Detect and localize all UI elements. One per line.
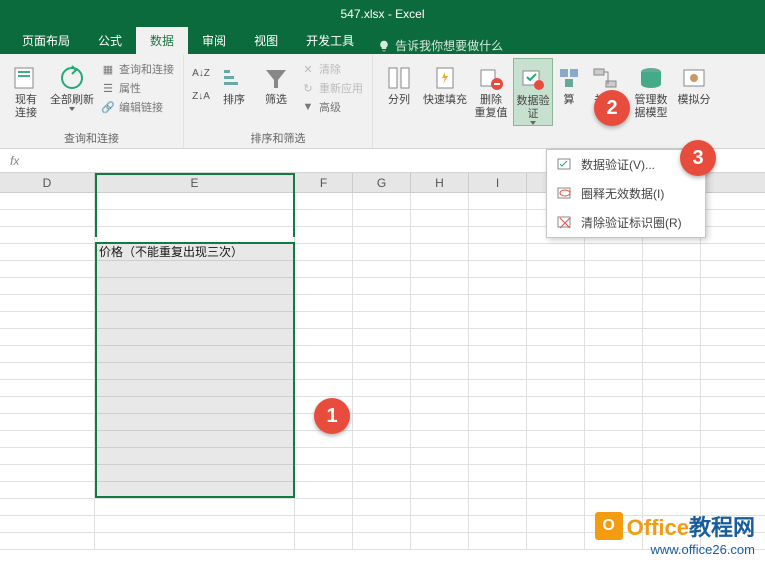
sort-asc-button[interactable]: A↓Z: [190, 62, 212, 84]
grid-row[interactable]: [0, 380, 765, 397]
title-bar: 547.xlsx - Excel: [0, 0, 765, 28]
whatif-icon: [678, 62, 710, 94]
tab-page-layout[interactable]: 页面布局: [8, 27, 84, 54]
col-header-g[interactable]: G: [353, 173, 411, 192]
flash-fill-button[interactable]: 快速填充: [421, 58, 469, 126]
group-label-sort: 排序和筛选: [190, 130, 366, 146]
grid-row[interactable]: [0, 329, 765, 346]
query-icon: ▦: [101, 62, 115, 76]
consolidate-icon: [553, 62, 585, 94]
existing-connections-button[interactable]: 现有 连接: [6, 58, 46, 120]
grid-row[interactable]: 价格（不能重复出现三次）: [0, 244, 765, 261]
group-data-tools: 分列 快速填充 删除 重复值 数据验 证 算 关系: [373, 54, 717, 148]
data-validation-icon: [557, 157, 573, 173]
watermark-url: www.office26.com: [595, 542, 755, 557]
chevron-down-icon: [69, 107, 75, 111]
tab-formulas[interactable]: 公式: [84, 27, 136, 54]
sort-desc-icon: Z↓A: [192, 91, 210, 102]
filter-icon: [260, 62, 292, 94]
tab-developer[interactable]: 开发工具: [292, 27, 368, 54]
remove-duplicates-button[interactable]: 删除 重复值: [471, 58, 511, 126]
tell-me[interactable]: 告诉我你想要做什么: [368, 37, 503, 54]
edit-links-button[interactable]: 🔗编辑链接: [98, 98, 177, 116]
fx-icon[interactable]: fx: [4, 154, 25, 168]
properties-icon: ☰: [101, 81, 115, 95]
tab-review[interactable]: 审阅: [188, 27, 240, 54]
chevron-down-icon: [530, 121, 536, 125]
sort-asc-icon: A↓Z: [192, 68, 210, 79]
watermark-logo-icon: O: [595, 512, 623, 540]
callout-3: 3: [680, 140, 716, 176]
refresh-icon: [56, 62, 88, 94]
callout-1: 1: [314, 398, 350, 434]
sort-button[interactable]: 排序: [214, 58, 254, 116]
tab-view[interactable]: 视图: [240, 27, 292, 54]
advanced-filter-button[interactable]: ▼高级: [298, 98, 366, 116]
ribbon: 现有 连接 全部刷新 ▦查询和连接 ☰属性 🔗编辑链接 查询和连接 A↓Z Z↓…: [0, 54, 765, 149]
grid-row[interactable]: [0, 312, 765, 329]
col-header-e[interactable]: E: [95, 173, 295, 192]
advanced-icon: ▼: [301, 100, 315, 114]
reapply-button[interactable]: ↻重新应用: [298, 79, 366, 97]
col-header-f[interactable]: F: [295, 173, 353, 192]
watermark: O Office教程网 www.office26.com: [595, 510, 755, 557]
data-validation-button[interactable]: 数据验 证: [513, 58, 553, 126]
edit-links-icon: 🔗: [101, 100, 115, 114]
menu-circle-invalid[interactable]: 圈释无效数据(I): [547, 179, 705, 208]
grid-row[interactable]: [0, 363, 765, 380]
grid-row[interactable]: [0, 414, 765, 431]
reapply-icon: ↻: [301, 81, 315, 95]
group-queries: 现有 连接 全部刷新 ▦查询和连接 ☰属性 🔗编辑链接 查询和连接: [0, 54, 184, 148]
grid-row[interactable]: [0, 465, 765, 482]
callout-2: 2: [594, 90, 630, 126]
sort-desc-button[interactable]: Z↓A: [190, 85, 212, 107]
filter-button[interactable]: 筛选: [256, 58, 296, 116]
grid-row[interactable]: [0, 431, 765, 448]
grid-row[interactable]: [0, 346, 765, 363]
grid-row[interactable]: [0, 397, 765, 414]
col-header-i[interactable]: I: [469, 173, 527, 192]
tab-data[interactable]: 数据: [136, 27, 188, 54]
circle-invalid-icon: [557, 186, 573, 202]
whatif-button[interactable]: 模拟分: [677, 58, 711, 126]
clear-circles-icon: [557, 215, 573, 231]
data-model-icon: [635, 62, 667, 94]
text-to-columns-icon: [383, 62, 415, 94]
data-validation-icon: [517, 63, 549, 95]
relationships-icon: [589, 62, 621, 94]
menu-clear-circles[interactable]: 清除验证标识圈(R): [547, 208, 705, 237]
col-header-h[interactable]: H: [411, 173, 469, 192]
ribbon-tabs: 页面布局 公式 数据 审阅 视图 开发工具 告诉我你想要做什么: [0, 28, 765, 54]
refresh-all-button[interactable]: 全部刷新: [48, 58, 96, 120]
grid-row[interactable]: [0, 482, 765, 499]
grid-row[interactable]: [0, 278, 765, 295]
col-header-d[interactable]: D: [0, 173, 95, 192]
tell-me-label: 告诉我你想要做什么: [395, 37, 503, 54]
data-model-button[interactable]: 管理数 据模型: [627, 58, 675, 126]
group-label-queries: 查询和连接: [6, 130, 177, 146]
existing-connections-icon: [10, 62, 42, 94]
remove-duplicates-icon: [475, 62, 507, 94]
text-to-columns-button[interactable]: 分列: [379, 58, 419, 126]
cell-grid[interactable]: 价格（不能重复出现三次）: [0, 193, 765, 550]
grid-row[interactable]: [0, 448, 765, 465]
consolidate-button[interactable]: 算: [555, 58, 583, 126]
clear-icon: ✕: [301, 62, 315, 76]
group-sort-filter: A↓Z Z↓A 排序 筛选 ✕清除 ↻重新应用 ▼高级 排序和筛选: [184, 54, 373, 148]
sort-icon: [218, 62, 250, 94]
properties-button[interactable]: ☰属性: [98, 79, 177, 97]
grid-row[interactable]: [0, 261, 765, 278]
grid-row[interactable]: [0, 295, 765, 312]
lightbulb-icon: [378, 40, 390, 52]
clear-filter-button[interactable]: ✕清除: [298, 60, 366, 78]
flash-fill-icon: [429, 62, 461, 94]
queries-connections-button[interactable]: ▦查询和连接: [98, 60, 177, 78]
